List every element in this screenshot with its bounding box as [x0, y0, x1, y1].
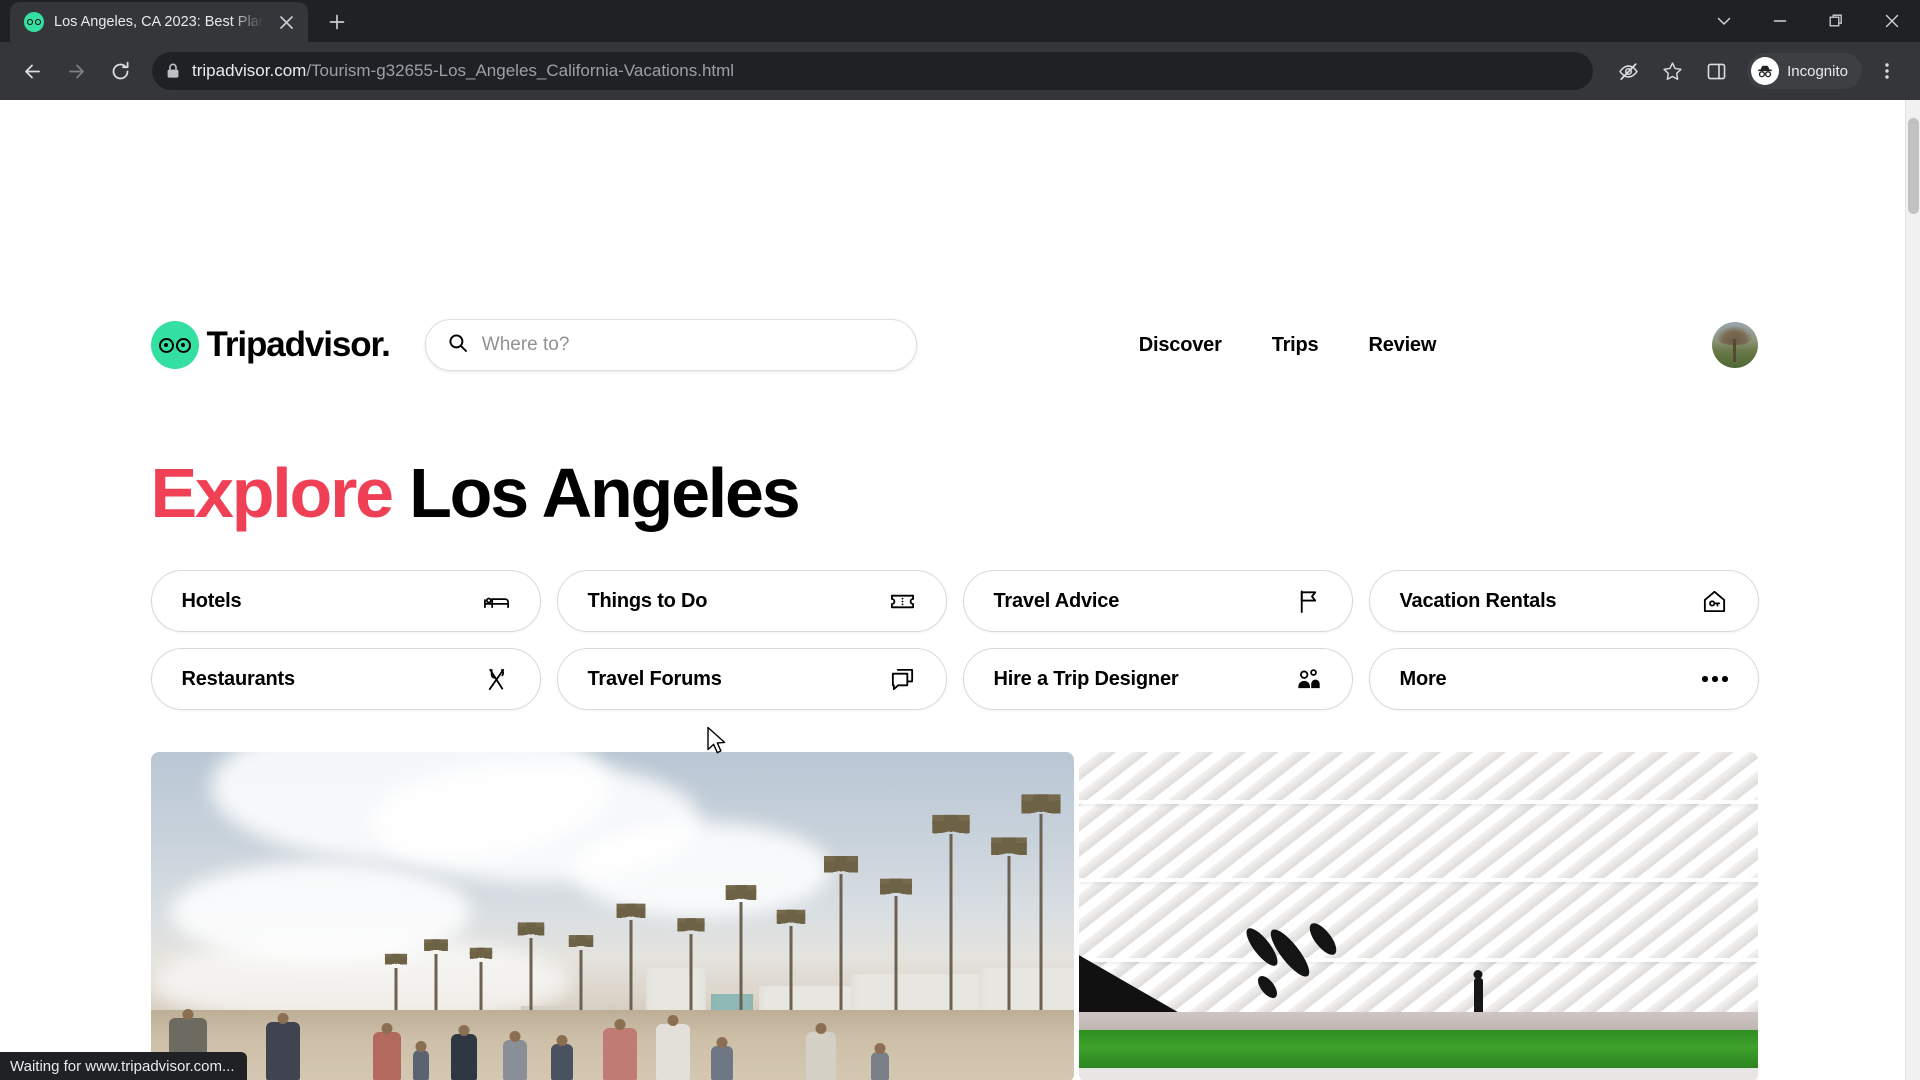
tab-strip: Los Angeles, CA 2023: Best Place [0, 0, 1920, 42]
close-tab-icon[interactable] [274, 10, 298, 34]
category-label: Travel Forums [587, 667, 722, 690]
nav-link-trips[interactable]: Trips [1272, 334, 1319, 357]
tripadvisor-logo[interactable]: Tripadvisor. [150, 321, 391, 369]
incognito-icon [1751, 57, 1780, 85]
window-controls [1696, 0, 1920, 42]
search-icon [448, 333, 468, 358]
tab-search-icon[interactable] [1696, 0, 1752, 42]
page-scrollbar[interactable] [1905, 100, 1920, 1080]
nav-link-discover[interactable]: Discover [1139, 334, 1222, 357]
three-dots-vertical-icon[interactable] [1866, 50, 1908, 92]
lock-icon [166, 63, 180, 79]
address-host: tripadvisor.com [192, 61, 307, 80]
incognito-profile-button[interactable]: Incognito [1747, 53, 1862, 89]
tripadvisor-owl-icon [150, 321, 199, 369]
category-label: Hire a Trip Designer [993, 667, 1179, 690]
category-button-vacation-rentals[interactable]: Vacation Rentals [1368, 570, 1759, 632]
minimize-window-icon[interactable] [1752, 0, 1808, 42]
logo-wordmark: Tripadvisor. [206, 325, 391, 364]
close-window-icon[interactable] [1864, 0, 1920, 42]
site-header: Tripadvisor. Where to? Discover Trips Re… [150, 310, 1758, 380]
category-button-travel-forums[interactable]: Travel Forums [556, 648, 947, 710]
browser-toolbar: tripadvisor.com/Tourism-g32655-Los_Angel… [0, 42, 1920, 100]
category-label: More [1399, 667, 1447, 690]
tripadvisor-page: Tripadvisor. Where to? Discover Trips Re… [0, 100, 1905, 1080]
fork-knife-icon [483, 666, 510, 693]
category-label: Things to Do [587, 589, 708, 612]
maximize-window-icon[interactable] [1808, 0, 1864, 42]
forward-button[interactable] [56, 51, 96, 91]
hero-photo-row [150, 752, 1758, 1080]
ticket-icon [889, 588, 916, 615]
category-label: Hotels [181, 589, 242, 612]
category-button-hotels[interactable]: Hotels [150, 570, 541, 632]
category-button-more[interactable]: More [1368, 648, 1759, 710]
the-broad-museum-photo[interactable] [1078, 752, 1758, 1080]
category-button-things-to-do[interactable]: Things to Do [556, 570, 947, 632]
category-button-restaurants[interactable]: Restaurants [150, 648, 541, 710]
toolbar-right-group: Incognito [1607, 50, 1908, 92]
search-placeholder: Where to? [481, 334, 570, 355]
back-button[interactable] [12, 51, 52, 91]
category-label: Restaurants [181, 667, 296, 690]
speech-bubbles-icon [889, 666, 916, 693]
address-bar-text: tripadvisor.com/Tourism-g32655-Los_Angel… [192, 61, 734, 81]
new-tab-button[interactable] [320, 5, 354, 39]
ellipsis-icon [1702, 676, 1728, 682]
beach-scene [150, 752, 1074, 1080]
two-people-icon [1295, 666, 1322, 693]
site-nav: Discover Trips Review [1139, 334, 1437, 357]
side-panel-icon[interactable] [1695, 50, 1737, 92]
tripadvisor-owl-favicon [24, 12, 44, 32]
reload-button[interactable] [100, 51, 140, 91]
flag-icon [1295, 588, 1322, 615]
house-key-icon [1701, 588, 1728, 615]
incognito-label: Incognito [1787, 62, 1848, 80]
broad-museum-scene [1078, 752, 1758, 1080]
browser-tab[interactable]: Los Angeles, CA 2023: Best Place [10, 2, 308, 42]
page-content: Tripadvisor. Where to? Discover Trips Re… [148, 310, 1759, 1080]
category-label: Travel Advice [993, 589, 1120, 612]
category-button-hire-a-trip-designer[interactable]: Hire a Trip Designer [962, 648, 1353, 710]
tab-title: Los Angeles, CA 2023: Best Place [54, 14, 264, 30]
status-bar: Waiting for www.tripadvisor.com... [0, 1052, 247, 1080]
nav-link-review[interactable]: Review [1368, 334, 1436, 357]
page-viewport: Tripadvisor. Where to? Discover Trips Re… [0, 100, 1920, 1080]
category-button-travel-advice[interactable]: Travel Advice [962, 570, 1353, 632]
address-path: /Tourism-g32655-Los_Angeles_California-V… [306, 61, 735, 80]
scrollbar-thumb[interactable] [1908, 118, 1919, 214]
search-input[interactable]: Where to? [424, 319, 917, 371]
page-title-rest: Los Angeles [409, 454, 801, 532]
venice-beach-boardwalk-photo[interactable] [150, 752, 1074, 1080]
star-icon[interactable] [1651, 50, 1693, 92]
eye-slash-icon[interactable] [1607, 50, 1649, 92]
category-label: Vacation Rentals [1399, 589, 1557, 612]
category-button-grid: Hotels Things to Do Travel Advice Vacati… [150, 570, 1759, 710]
page-title: Explore Los Angeles [151, 458, 1758, 528]
user-avatar[interactable] [1711, 322, 1758, 368]
browser-window: Los Angeles, CA 2023: Best Place tripadv… [0, 0, 1920, 1080]
address-bar[interactable]: tripadvisor.com/Tourism-g32655-Los_Angel… [152, 52, 1594, 90]
bed-icon [483, 588, 510, 615]
page-title-accent: Explore [150, 454, 395, 532]
